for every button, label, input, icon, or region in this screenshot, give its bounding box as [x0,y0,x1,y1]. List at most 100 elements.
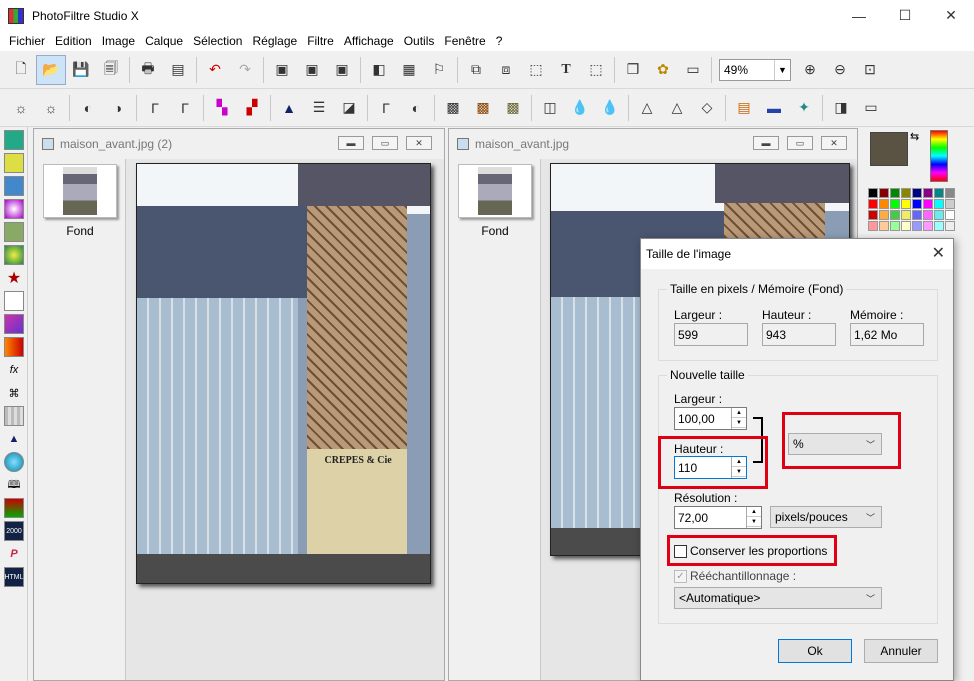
resolution-unit-select[interactable]: pixels/pouces ﹀ [770,506,882,528]
canvas-size-icon[interactable]: ⧈ [491,55,521,85]
swatch[interactable] [934,188,944,198]
swatch[interactable] [868,210,878,220]
dialog-close-button[interactable]: ✕ [932,243,945,263]
gradient-fill-icon[interactable]: ▬ [759,93,789,123]
doc-maximize-button[interactable]: ▭ [372,136,398,150]
sliders-icon[interactable]: ☰ [304,93,334,123]
swatch[interactable] [923,210,933,220]
mosaic-icon[interactable]: ▩ [438,93,468,123]
redo-icon[interactable]: ↷ [230,55,260,85]
spin-down-icon[interactable]: ▼ [747,517,761,527]
menu-fichier[interactable]: Fichier [4,34,50,48]
spin-up-icon[interactable]: ▲ [747,507,761,517]
diamond-icon[interactable]: ◇ [692,93,722,123]
triangle-icon[interactable]: △ [662,93,692,123]
drop-filled-icon[interactable]: 💧 [595,93,625,123]
mosaic-brown-icon[interactable]: ▩ [468,93,498,123]
paste-new-icon[interactable]: ▣ [327,55,357,85]
swatch[interactable] [934,221,944,231]
ok-button[interactable]: Ok [778,639,852,663]
swatch[interactable] [923,221,933,231]
menu-image[interactable]: Image [97,34,140,48]
menu-filtre[interactable]: Filtre [302,34,339,48]
foreground-color-swatch[interactable] [870,132,908,166]
gradient-icon[interactable]: ◧ [364,55,394,85]
swatch[interactable] [934,210,944,220]
swatch[interactable] [890,199,900,209]
color-spectrum[interactable] [930,130,948,182]
doc-minimize-button[interactable]: ▬ [753,136,779,150]
menu-selection[interactable]: Sélection [188,34,247,48]
saturation-up-icon[interactable]: ▞ [237,93,267,123]
fit-window-icon[interactable]: ⊡ [855,55,885,85]
brightness-down-icon[interactable]: ☼ [6,93,36,123]
monitor-icon[interactable] [4,176,24,196]
photo-canvas[interactable]: CREPES & Cie [136,163,431,584]
film-icon[interactable] [4,498,24,518]
gamma-up-icon[interactable]: Γ [170,93,200,123]
run-icon[interactable]: ⚐ [424,55,454,85]
layer-thumbnail[interactable] [458,164,532,218]
swatch[interactable] [945,199,955,209]
contrast-down-icon[interactable]: ◐ [73,93,103,123]
swatch[interactable] [912,188,922,198]
mosaic-green-icon[interactable]: ▩ [498,93,528,123]
image-size-icon[interactable]: ⧉ [461,55,491,85]
histogram-icon[interactable]: ▲ [4,429,24,449]
swatch[interactable] [901,210,911,220]
color-balance-icon[interactable]: ▤ [729,93,759,123]
cancel-button[interactable]: Annuler [864,639,938,663]
mirror-icon[interactable]: ◫ [535,93,565,123]
width-spinner[interactable]: ▲ ▼ [731,408,746,429]
maximize-button[interactable]: ☐ [882,0,928,31]
spin-down-icon[interactable]: ▼ [732,418,746,428]
new-width-input[interactable]: 100,00 ▲ ▼ [674,407,747,430]
color-grid-icon[interactable]: ▦ [394,55,424,85]
save-icon[interactable]: 💾 [66,55,96,85]
menu-help[interactable]: ? [491,34,508,48]
cloverleaf-icon[interactable]: ⌘ [4,383,24,403]
menu-outils[interactable]: Outils [399,34,440,48]
swatch[interactable] [879,221,889,231]
save-html-icon[interactable]: HTML [4,567,24,587]
save-as-icon[interactable]: 🗐 [96,55,126,85]
swatch[interactable] [901,188,911,198]
page-icon[interactable] [4,291,24,311]
swatch[interactable] [890,188,900,198]
swatch[interactable] [890,221,900,231]
effects-icon[interactable]: ✦ [789,93,819,123]
text-icon[interactable]: T [551,55,581,85]
new-file-icon[interactable]: 🗋 [6,55,36,85]
scan-icon[interactable]: ▤ [163,55,193,85]
resample-select[interactable]: <Automatique> ﹀ [674,587,882,609]
window-icon[interactable]: ▭ [678,55,708,85]
gradient-tool-icon[interactable] [4,337,24,357]
swatch[interactable] [945,221,955,231]
open-file-icon[interactable]: 📂 [36,54,66,85]
swatch[interactable] [912,210,922,220]
zoom-select[interactable]: 49% ▼ [719,58,791,81]
layers-icon[interactable]: ❒ [618,55,648,85]
paste-image-icon[interactable]: ▣ [297,55,327,85]
plugins-icon[interactable]: ✿ [648,55,678,85]
print-icon[interactable]: 🖶 [133,55,163,85]
crop-icon[interactable]: ⬚ [521,55,551,85]
copy-image-icon[interactable]: ▣ [267,55,297,85]
swatch[interactable] [879,210,889,220]
swatch[interactable] [945,188,955,198]
book-icon[interactable]: 🕮 [4,475,24,495]
menu-affichage[interactable]: Affichage [339,34,399,48]
resolution-spinner[interactable]: ▲ ▼ [746,507,761,528]
chevron-down-icon[interactable]: ▼ [774,59,790,80]
swatch[interactable] [945,210,955,220]
doc-close-button[interactable]: ✕ [406,136,432,150]
resolution-input[interactable]: 72,00 ▲ ▼ [674,506,762,529]
sphere-icon[interactable] [4,245,24,265]
resample-label[interactable]: Rééchantillonnage : [690,569,796,583]
swatch[interactable] [868,199,878,209]
camera-icon[interactable] [4,222,24,242]
selection-icon[interactable]: ⬚ [581,55,611,85]
document-window-1[interactable]: maison_avant.jpg (2) ▬ ▭ ✕ Fond CREPES &… [33,128,445,681]
swatch[interactable] [879,199,889,209]
star-icon[interactable]: ★ [4,268,24,288]
